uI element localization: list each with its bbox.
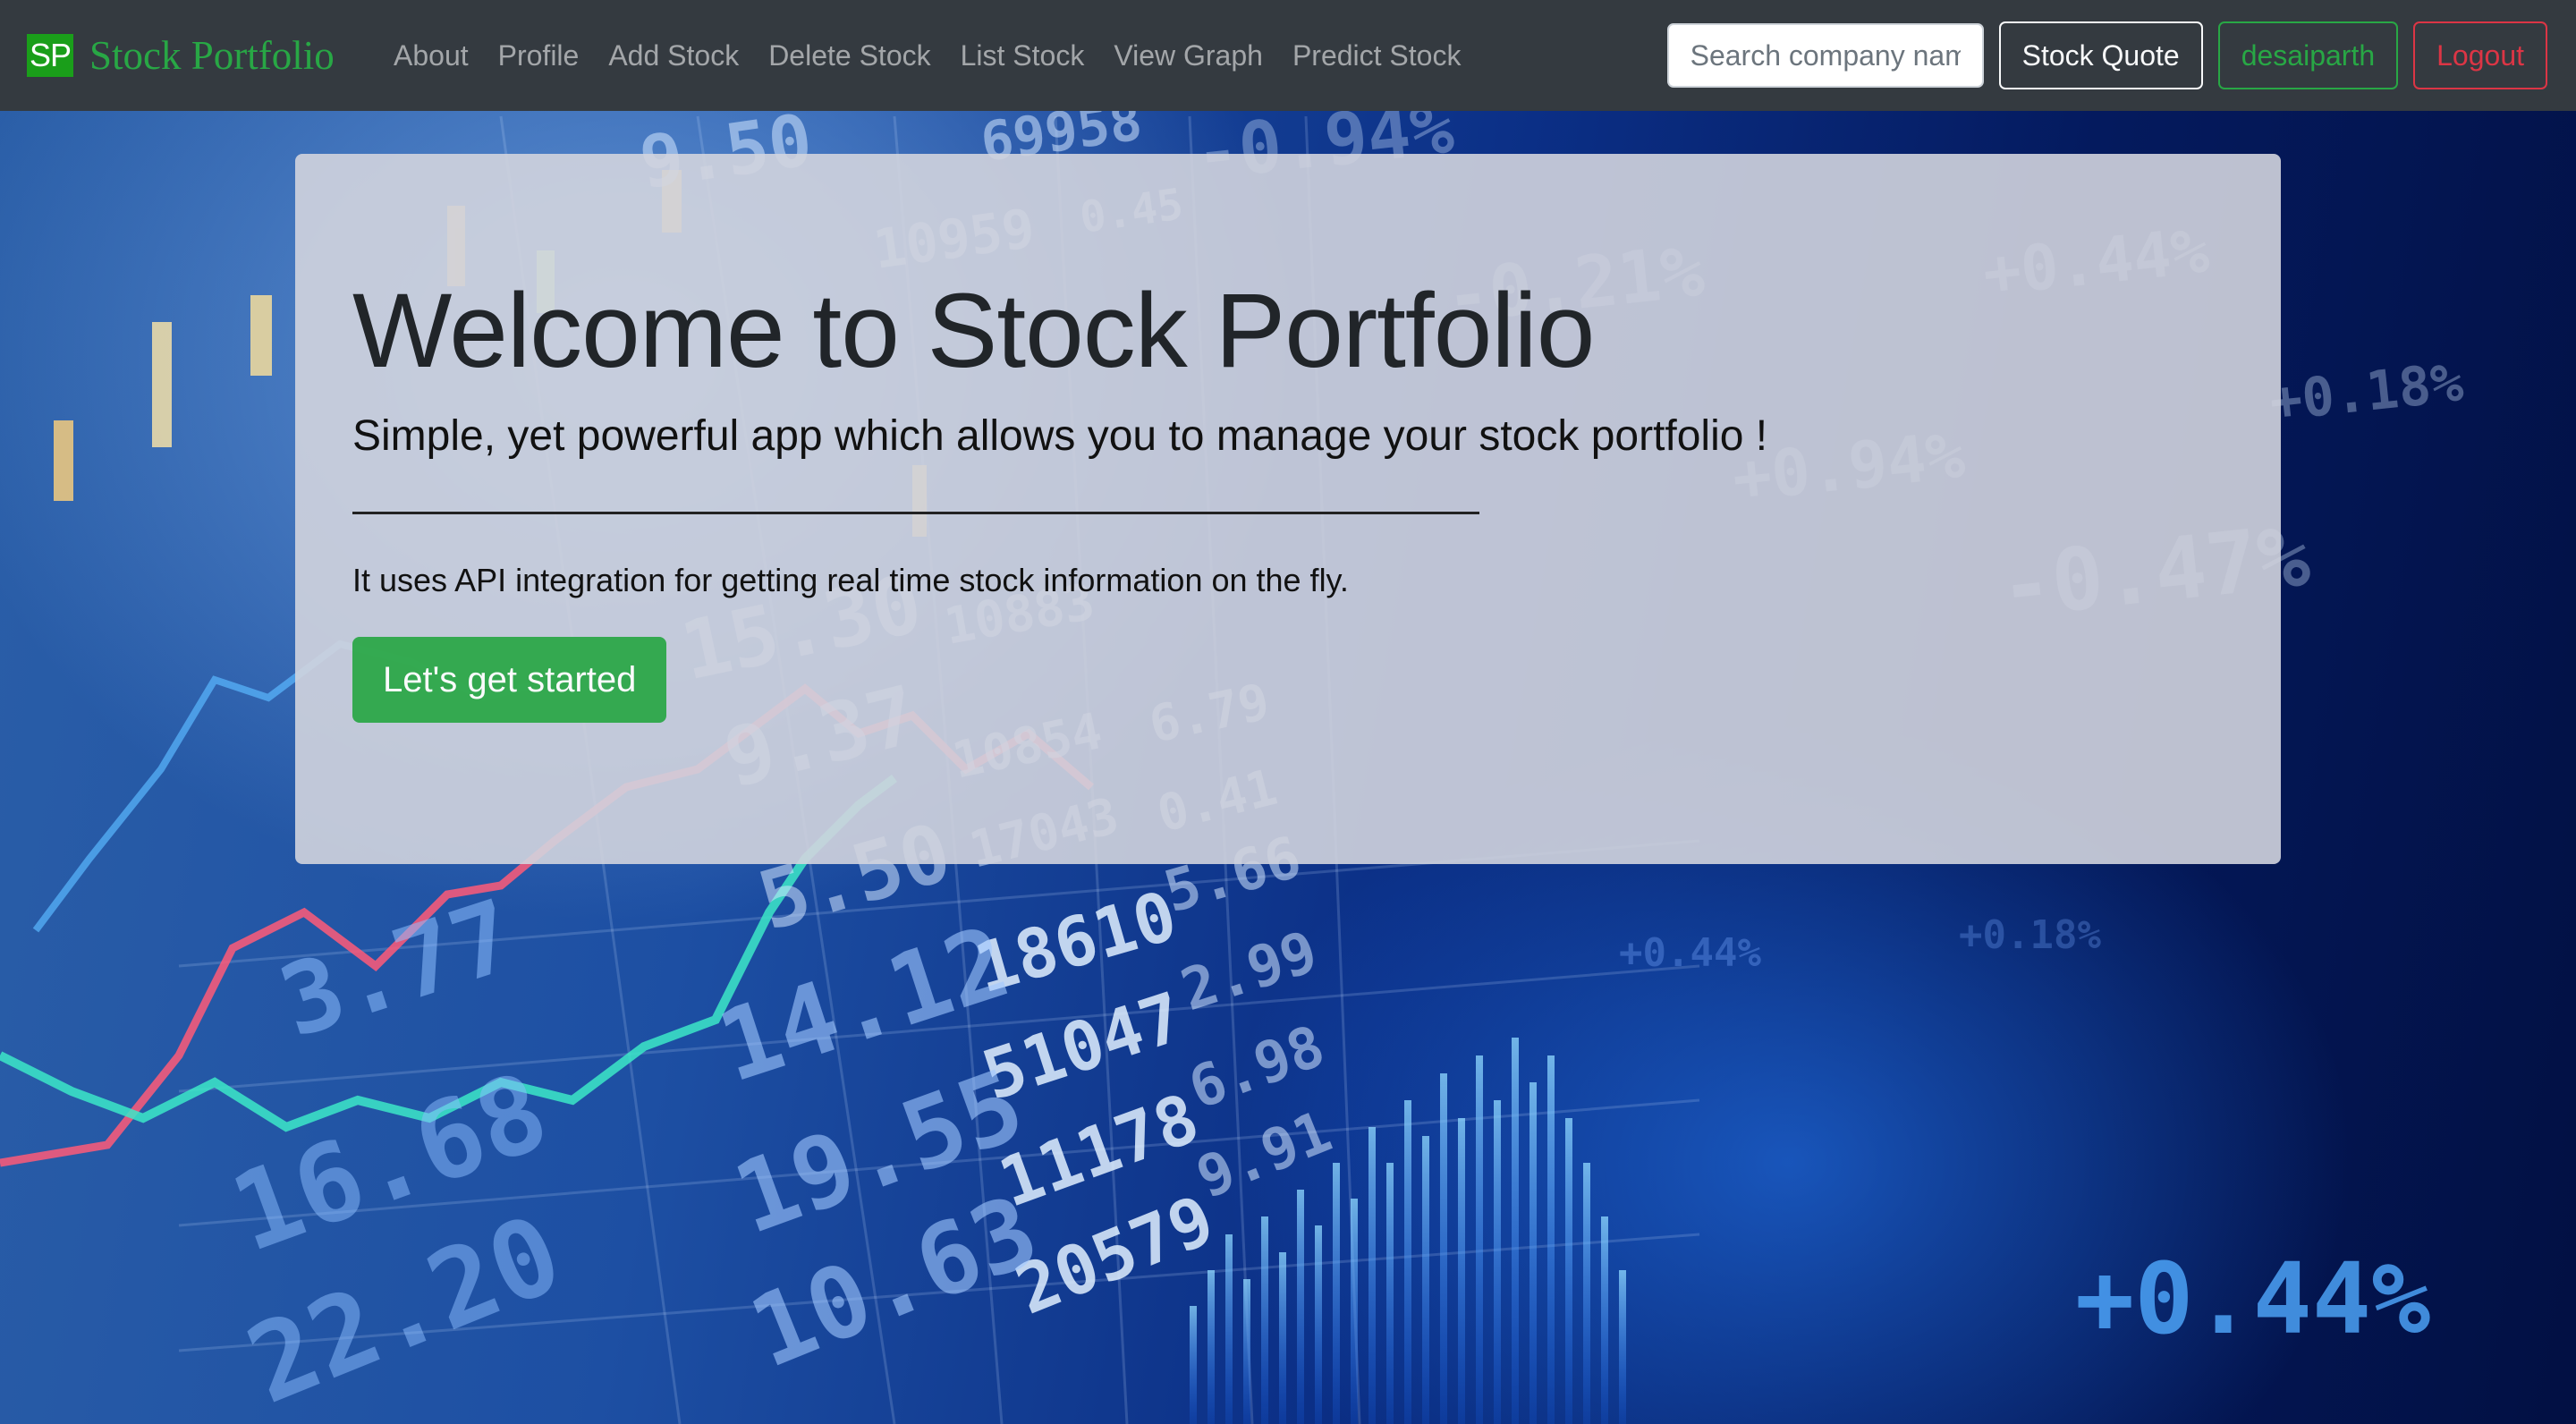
- hero-divider: [352, 512, 1479, 514]
- brand-logo-icon: SP: [27, 34, 73, 77]
- top-navbar: SP Stock Portfolio About Profile Add Sto…: [0, 0, 2576, 111]
- svg-text:2.99: 2.99: [1174, 919, 1325, 1024]
- company-search-input[interactable]: [1666, 23, 1984, 88]
- brand-title: Stock Portfolio: [89, 33, 335, 78]
- get-started-button[interactable]: Let's get started: [352, 637, 667, 723]
- nav-link-about[interactable]: About: [394, 39, 469, 72]
- nav-link-list-stock[interactable]: List Stock: [961, 39, 1085, 72]
- svg-text:3.77: 3.77: [267, 877, 527, 1060]
- nav-link-predict-stock[interactable]: Predict Stock: [1292, 39, 1462, 72]
- svg-text:+0.18%: +0.18%: [2267, 352, 2466, 434]
- nav-link-view-graph[interactable]: View Graph: [1114, 39, 1263, 72]
- nav-link-delete-stock[interactable]: Delete Stock: [768, 39, 930, 72]
- svg-text:+0.44%: +0.44%: [2075, 1242, 2430, 1356]
- hero-description: It uses API integration for getting real…: [352, 562, 1349, 598]
- page-title: Welcome to Stock Portfolio: [352, 272, 1595, 390]
- logout-button[interactable]: Logout: [2413, 21, 2547, 89]
- svg-text:+0.18%: +0.18%: [1959, 912, 2101, 958]
- brand-link[interactable]: SP Stock Portfolio: [27, 34, 335, 77]
- nav-link-profile[interactable]: Profile: [498, 39, 580, 72]
- stock-quote-button[interactable]: Stock Quote: [1998, 21, 2203, 89]
- nav-link-add-stock[interactable]: Add Stock: [608, 39, 739, 72]
- nav-links: About Profile Add Stock Delete Stock Lis…: [394, 34, 1490, 77]
- hero-subtitle: Simple, yet powerful app which allows yo…: [352, 412, 1768, 460]
- username-button[interactable]: desaiparth: [2217, 21, 2399, 89]
- svg-text:+0.44%: +0.44%: [1619, 930, 1761, 976]
- nav-right-controls: Stock Quote desaiparth Logout: [1666, 21, 2547, 89]
- welcome-jumbotron: Welcome to Stock Portfolio Simple, yet p…: [295, 154, 2281, 864]
